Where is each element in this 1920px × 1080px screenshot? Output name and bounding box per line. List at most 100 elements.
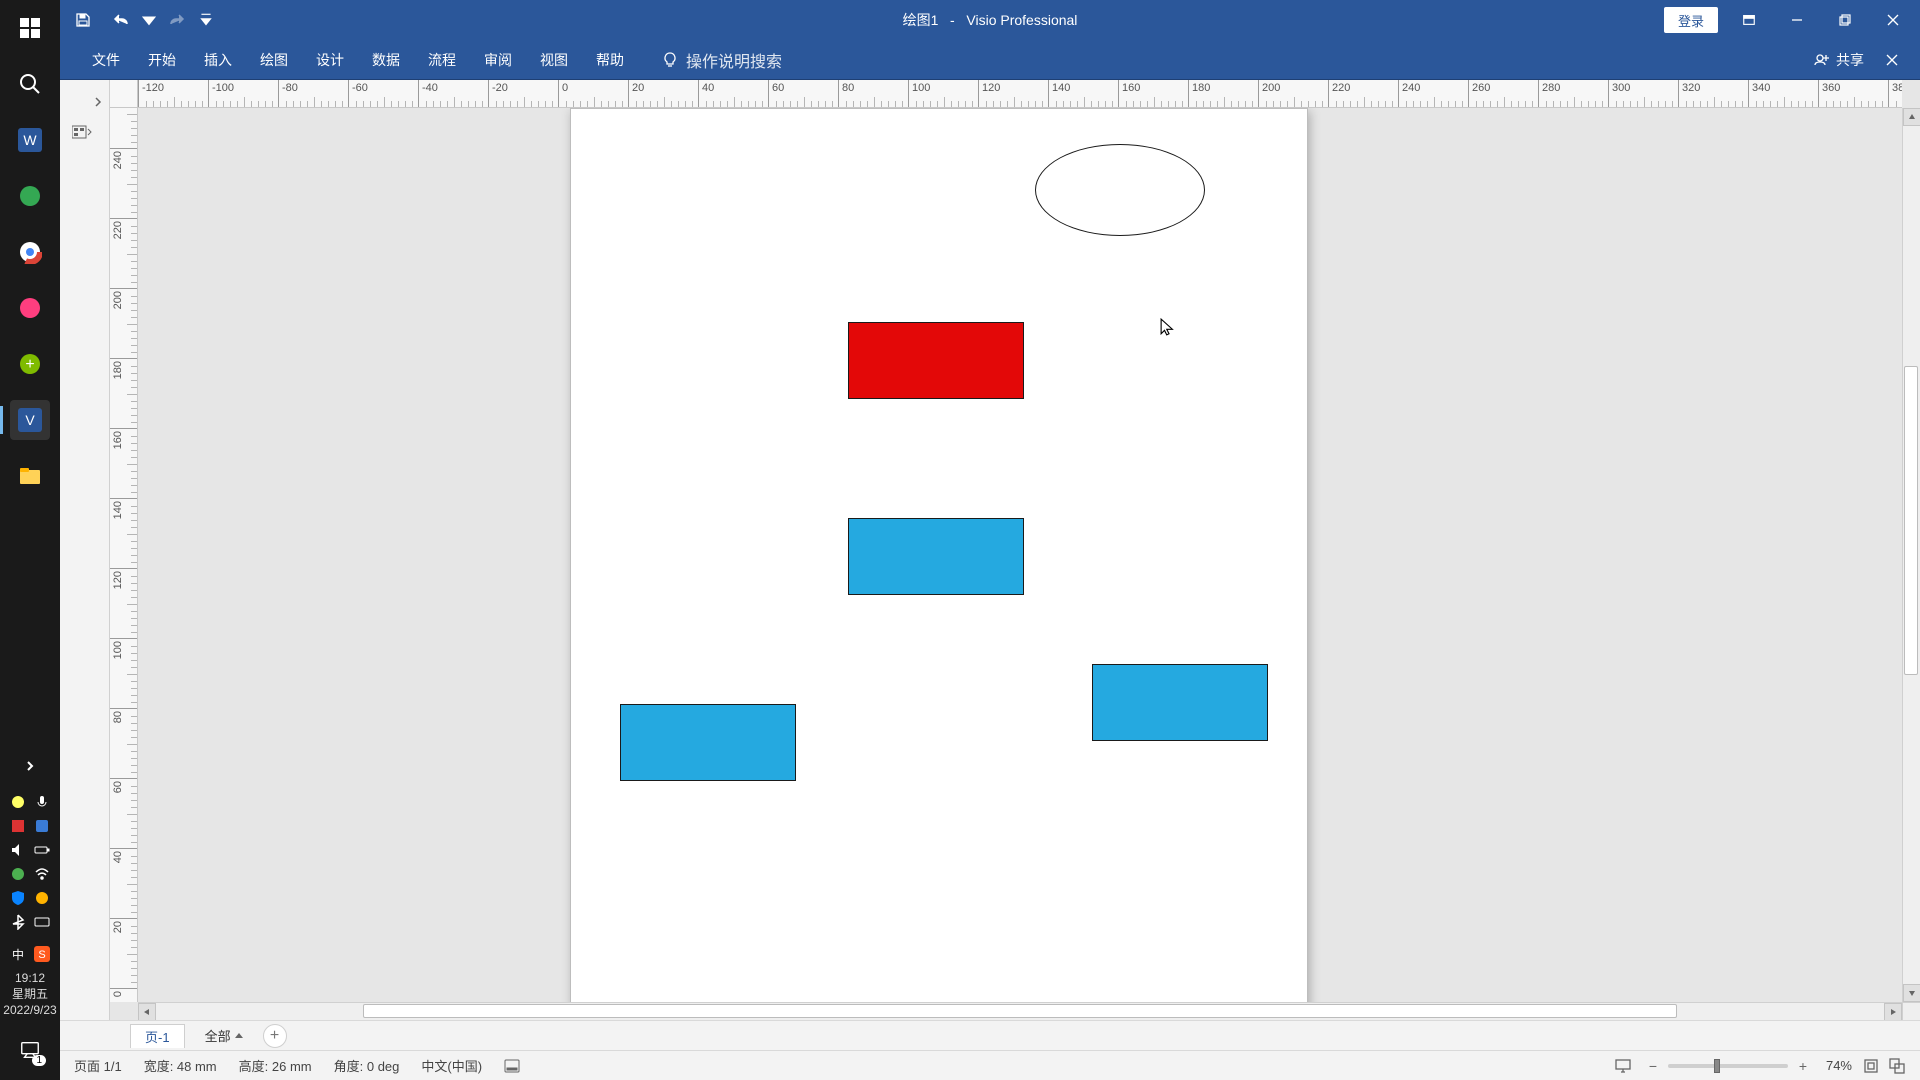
status-height[interactable]: 高度: 26 mm (239, 1056, 312, 1075)
action-center-icon[interactable]: 1 (10, 1030, 50, 1070)
taskbar-visio-icon[interactable]: V (10, 400, 50, 440)
undo-icon[interactable] (104, 3, 138, 37)
shape-rect-blue-left[interactable] (620, 704, 796, 781)
vertical-scrollbar[interactable] (1902, 108, 1920, 1002)
taskbar-search-icon[interactable] (10, 64, 50, 104)
close-document-icon[interactable] (1878, 46, 1906, 74)
share-icon (1814, 52, 1830, 68)
ribbon-tab-4[interactable]: 设计 (302, 40, 358, 79)
taskbar-edge-legacy-icon[interactable] (10, 176, 50, 216)
tray-keyboard-icon[interactable] (32, 912, 52, 932)
tray-icon[interactable] (32, 888, 52, 908)
zoom-out-icon[interactable]: − (1644, 1057, 1662, 1075)
lightbulb-icon (662, 52, 678, 68)
zoom-percentage[interactable]: 74% (1826, 1058, 1852, 1073)
ribbon-tab-6[interactable]: 流程 (414, 40, 470, 79)
vscroll-thumb[interactable] (1904, 366, 1918, 675)
shape-rect-red[interactable] (848, 322, 1024, 399)
drawing-canvas[interactable] (138, 108, 1902, 1002)
status-angle[interactable]: 角度: 0 deg (334, 1056, 400, 1075)
scroll-up-icon[interactable] (1903, 108, 1920, 126)
shape-ellipse-1[interactable] (1035, 144, 1205, 236)
sign-in-button[interactable]: 登录 (1664, 7, 1718, 33)
status-page[interactable]: 页面 1/1 (74, 1056, 122, 1075)
ime-sogou-icon[interactable]: S (32, 944, 52, 964)
hscroll-thumb[interactable] (363, 1004, 1676, 1018)
shape-rect-blue-mid[interactable] (848, 518, 1024, 595)
vertical-ruler[interactable]: 020406080100120140160180200220240260 (110, 108, 138, 1002)
maximize-icon[interactable] (1822, 0, 1868, 40)
status-language[interactable]: 中文(中国) (421, 1056, 482, 1075)
tray-wifi-icon[interactable] (32, 864, 52, 884)
pan-zoom-window-icon[interactable] (1884, 1053, 1910, 1079)
tray-shield-icon[interactable] (8, 888, 28, 908)
zoom-in-icon[interactable]: + (1794, 1057, 1812, 1075)
start-menu-icon[interactable] (10, 8, 50, 48)
stencil-icon[interactable] (72, 124, 92, 145)
tray-volume-icon[interactable] (8, 840, 28, 860)
visio-window: 绘图1 - Visio Professional 登录 文件开始插入绘图设计数据… (60, 0, 1920, 1080)
zoom-track[interactable] (1668, 1064, 1788, 1068)
ribbon-tab-5[interactable]: 数据 (358, 40, 414, 79)
mouse-cursor-icon (1160, 318, 1178, 336)
ribbon-tab-2[interactable]: 插入 (190, 40, 246, 79)
add-page-button[interactable]: + (263, 1024, 287, 1048)
zoom-knob[interactable] (1714, 1059, 1720, 1073)
close-icon[interactable] (1870, 0, 1916, 40)
taskbar-chrome-icon[interactable] (10, 232, 50, 272)
shape-rect-blue-right[interactable] (1092, 664, 1268, 741)
tray-battery-icon[interactable] (32, 840, 52, 860)
scroll-down-icon[interactable] (1903, 984, 1920, 1002)
ribbon-tab-1[interactable]: 开始 (134, 40, 190, 79)
tray-bluetooth-icon[interactable] (8, 912, 28, 932)
ribbon-tab-3[interactable]: 绘图 (246, 40, 302, 79)
tray-icon[interactable] (8, 864, 28, 884)
ribbon-display-options-icon[interactable] (1726, 0, 1772, 40)
clock-weekday: 星期五 (3, 986, 56, 1002)
ribbon-tab-0[interactable]: 文件 (78, 40, 134, 79)
ribbon-tab-8[interactable]: 视图 (526, 40, 582, 79)
tray-icon[interactable] (8, 816, 28, 836)
share-button[interactable]: 共享 (1814, 50, 1864, 70)
tray-icon[interactable] (32, 816, 52, 836)
tell-me-search[interactable]: 操作说明搜索 (652, 40, 792, 79)
scroll-left-icon[interactable] (138, 1003, 156, 1021)
save-icon[interactable] (66, 3, 100, 37)
tray-microphone-icon[interactable] (32, 792, 52, 812)
all-pages-button[interactable]: 全部 (191, 1024, 257, 1048)
horizontal-scrollbar[interactable] (138, 1002, 1902, 1020)
window-title: 绘图1 - Visio Professional (903, 10, 1078, 30)
quick-access-toolbar (60, 3, 214, 37)
status-width[interactable]: 宽度: 48 mm (144, 1056, 217, 1075)
redo-icon[interactable] (160, 3, 194, 37)
taskbar-explorer-icon[interactable] (10, 456, 50, 496)
taskbar-app-icon-2[interactable]: + (10, 344, 50, 384)
document-name: 绘图1 (903, 12, 939, 28)
taskbar-clock[interactable]: 19:12 星期五 2022/9/23 (3, 970, 56, 1018)
minimize-icon[interactable] (1774, 0, 1820, 40)
hscroll-track[interactable] (156, 1003, 1884, 1021)
tray-icon[interactable] (8, 792, 28, 812)
clock-time: 19:12 (3, 970, 56, 986)
horizontal-ruler[interactable]: -140-120-100-80-60-40-200204060801001201… (138, 80, 1902, 108)
ime-indicator[interactable]: 中 (8, 944, 28, 964)
expand-shapes-pane-icon[interactable] (93, 94, 103, 112)
ribbon-tab-7[interactable]: 审阅 (470, 40, 526, 79)
title-bar: 绘图1 - Visio Professional 登录 (60, 0, 1920, 40)
vscroll-track[interactable] (1903, 126, 1920, 984)
presentation-mode-icon[interactable] (1610, 1053, 1636, 1079)
page-tab-1[interactable]: 页-1 (130, 1024, 185, 1048)
ribbon-tab-9[interactable]: 帮助 (582, 40, 638, 79)
svg-text:+: + (25, 356, 34, 373)
taskbar-app-icon-1[interactable] (10, 288, 50, 328)
macro-recorder-icon[interactable] (504, 1059, 520, 1073)
undo-dropdown-icon[interactable] (142, 3, 156, 37)
scroll-right-icon[interactable] (1884, 1003, 1902, 1021)
qat-customize-icon[interactable] (198, 3, 214, 37)
taskbar-word-icon[interactable]: W (10, 120, 50, 160)
svg-text:W: W (23, 132, 37, 148)
zoom-slider[interactable]: − + (1644, 1057, 1812, 1075)
taskbar-expand-tray-icon[interactable] (10, 746, 50, 786)
ribbon-tabs: 文件开始插入绘图设计数据流程审阅视图帮助 (60, 40, 638, 79)
fit-to-window-icon[interactable] (1858, 1053, 1884, 1079)
